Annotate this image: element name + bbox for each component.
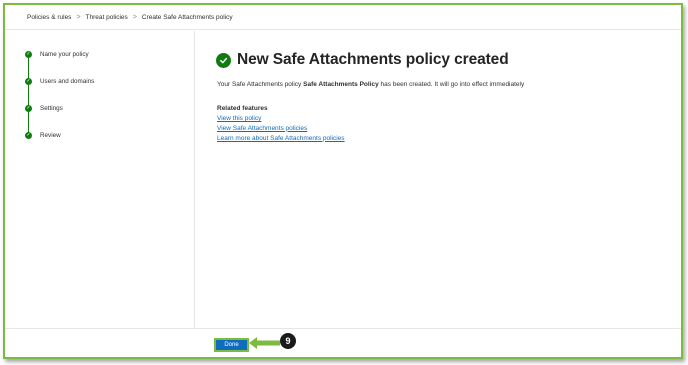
app-window: Policies & rules > Threat policies > Cre… [3,3,683,359]
wizard-step-name-policy[interactable]: ✓ Name your policy [25,51,89,58]
callout-arrow-icon [249,337,280,349]
related-features: Related features View this policy View S… [217,105,345,143]
wizard-step-settings[interactable]: ✓ Settings [25,105,63,112]
checkmark-icon: ✓ [25,132,32,139]
breadcrumb-threat-policies[interactable]: Threat policies [86,14,128,21]
wizard-steps: ✓ Name your policy ✓ Users and domains ✓… [5,31,195,328]
breadcrumb-current-page: Create Safe Attachments policy [141,13,233,21]
confirmation-prefix: Your Safe Attachments policy [217,81,304,88]
breadcrumb-separator: > [132,13,137,21]
main-content: New Safe Attachments policy created Your… [196,31,681,328]
wizard-step-label: Review [40,132,61,139]
checkmark-icon: ✓ [25,78,32,85]
wizard-step-label: Users and domains [40,78,95,85]
checkmark-icon: ✓ [25,105,32,112]
page-title-row: New Safe Attachments policy created [216,51,509,69]
wizard-step-label: Settings [40,105,63,112]
view-this-policy-link[interactable]: View this policy [217,114,345,124]
confirmation-suffix: has been created. It will go into effect… [378,81,525,88]
wizard-step-review[interactable]: ✓ Review [25,132,61,139]
checkmark-icon: ✓ [25,51,32,58]
page-title: New Safe Attachments policy created [237,51,509,68]
breadcrumb: Policies & rules > Threat policies > Cre… [5,5,681,30]
breadcrumb-separator: > [76,13,81,21]
step-number-badge: 9 [280,333,296,349]
wizard-step-label: Name your policy [40,51,89,58]
policy-name: Safe Attachments Policy [303,81,379,88]
related-features-heading: Related features [217,105,268,112]
footer-bar: Done 9 [5,328,681,357]
confirmation-message: Your Safe Attachments policy Safe Attach… [217,81,524,88]
wizard-step-users-domains[interactable]: ✓ Users and domains [25,78,94,85]
done-button[interactable]: Done [214,338,249,352]
learn-more-link[interactable]: Learn more about Safe Attachments polici… [217,134,345,144]
breadcrumb-policies-rules[interactable]: Policies & rules [27,14,71,21]
view-safe-attachments-policies-link[interactable]: View Safe Attachments policies [217,124,345,134]
success-check-icon [216,52,231,68]
